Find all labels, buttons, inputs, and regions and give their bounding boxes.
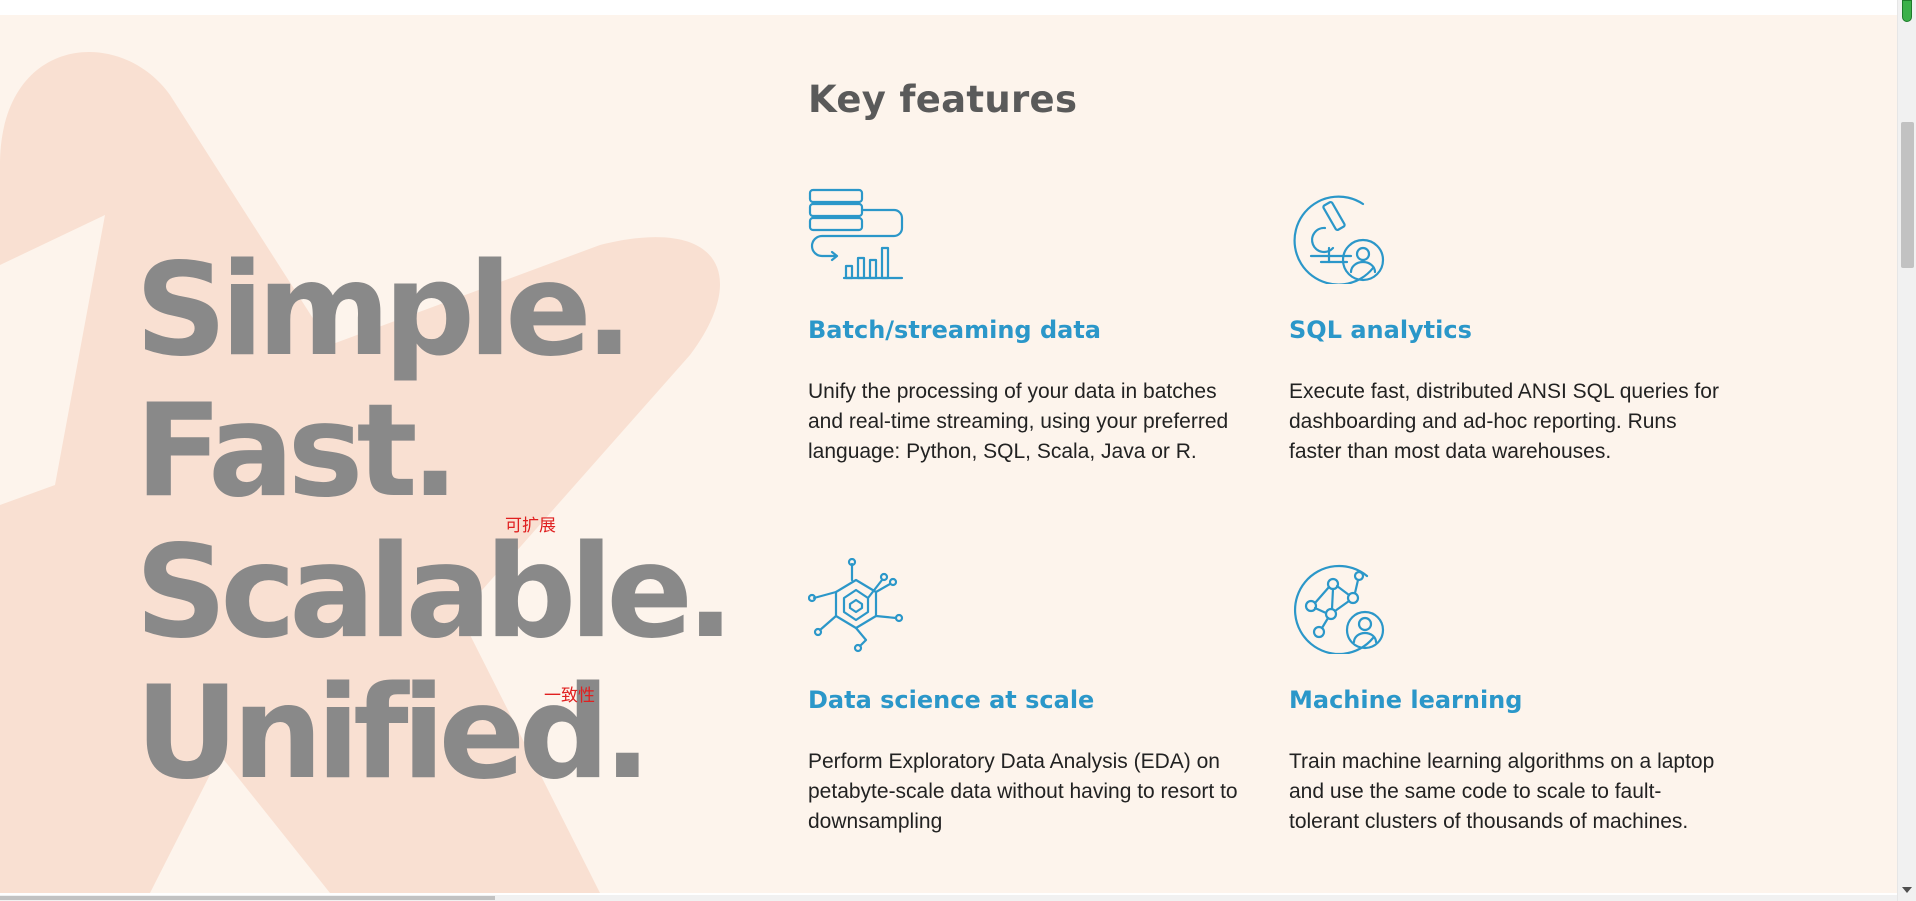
horizontal-scrollbar[interactable] (0, 895, 1897, 901)
hero-word-scalable: Scalable. (135, 518, 735, 667)
feature-title: Data science at scale (808, 686, 1095, 714)
feature-title: Batch/streaming data (808, 316, 1102, 344)
scroll-down-arrow-icon[interactable] (1902, 887, 1912, 893)
feature-machine-learning: Machine learning Train machine learning … (1289, 558, 1729, 833)
horizontal-scrollbar-thumb[interactable] (0, 896, 495, 900)
hero-word-simple: Simple. (135, 236, 633, 385)
microscope-user-icon (1293, 195, 1385, 284)
feature-description: Unify the processing of your data in bat… (808, 380, 1229, 463)
scroll-marker-icon (1902, 0, 1912, 22)
feature-sql-analytics: SQL analytics Execute fast, distributed … (1289, 188, 1729, 463)
scrollbar-thumb[interactable] (1901, 122, 1914, 268)
feature-batch-streaming: Batch/streaming data Unify the processin… (808, 188, 1248, 463)
feature-description: Execute fast, distributed ANSI SQL queri… (1289, 380, 1719, 463)
annotation-unified: 一致性 (544, 686, 595, 706)
data-pipeline-icon (808, 188, 904, 280)
network-user-icon (1293, 564, 1385, 654)
feature-data-science: Data science at scale Perform Explorator… (808, 558, 1248, 833)
feature-title: Machine learning (1289, 686, 1523, 714)
hero-word-fast: Fast. (135, 377, 459, 526)
browser-viewport: Simple. Fast. Scalable. Unified. 可扩展 一致性… (0, 0, 1916, 901)
vertical-scrollbar[interactable] (1897, 0, 1916, 901)
key-features-section: Simple. Fast. Scalable. Unified. 可扩展 一致性… (0, 15, 1897, 893)
key-features-heading: Key features (808, 78, 1078, 121)
feature-description: Train machine learning algorithms on a l… (1289, 750, 1715, 833)
circuit-hexagon-icon (808, 558, 904, 653)
annotation-scalable: 可扩展 (505, 516, 556, 536)
feature-title: SQL analytics (1289, 316, 1472, 344)
feature-description: Perform Exploratory Data Analysis (EDA) … (808, 750, 1238, 833)
